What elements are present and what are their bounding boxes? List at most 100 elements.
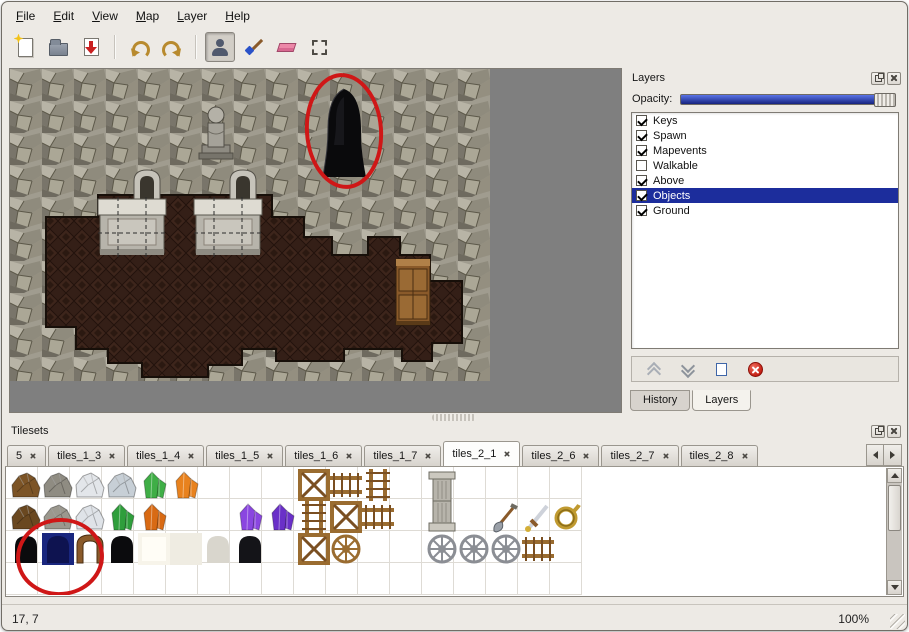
- map-canvas[interactable]: [10, 69, 621, 412]
- open-icon: [49, 43, 68, 56]
- new-file-button[interactable]: [10, 32, 40, 62]
- save-icon: [84, 38, 99, 56]
- layer-row-keys[interactable]: Keys: [632, 113, 898, 128]
- undo-button[interactable]: [124, 32, 154, 62]
- menu-edit[interactable]: Edit: [45, 6, 82, 26]
- tab-close-icon[interactable]: [662, 453, 668, 459]
- layer-visible-checkbox[interactable]: [636, 160, 647, 171]
- eraser-tool-button[interactable]: [271, 32, 301, 62]
- scroll-tabs-right-button[interactable]: [884, 444, 902, 466]
- scroll-down-button[interactable]: [887, 580, 902, 595]
- tileset-canvas[interactable]: [5, 467, 904, 597]
- layer-row-objects[interactable]: Objects: [632, 188, 898, 203]
- tileset-tab-tiles_1_6[interactable]: tiles_1_6: [285, 445, 362, 466]
- close-icon: [890, 427, 898, 435]
- layer-duplicate-button[interactable]: [712, 360, 730, 378]
- close-button[interactable]: [887, 425, 901, 438]
- tab-close-icon[interactable]: [346, 453, 352, 459]
- float-button[interactable]: [871, 425, 885, 438]
- zoom-level: 100%: [838, 612, 869, 626]
- scroll-tabs-left-button[interactable]: [866, 444, 884, 466]
- layer-row-above[interactable]: Above: [632, 173, 898, 188]
- map-view[interactable]: [9, 68, 622, 413]
- layers-dock-tabs: HistoryLayers: [630, 390, 904, 411]
- new-icon: [18, 38, 33, 57]
- layer-row-spawn[interactable]: Spawn: [632, 128, 898, 143]
- tileset-tab-tiles_2_7[interactable]: tiles_2_7: [601, 445, 678, 466]
- layer-toolbar: [631, 356, 899, 382]
- float-icon: [875, 75, 882, 82]
- tileset-grid[interactable]: [6, 467, 870, 595]
- tab-close-icon[interactable]: [741, 453, 747, 459]
- tileset-tab-5[interactable]: 5: [7, 445, 46, 466]
- menu-view[interactable]: View: [84, 6, 126, 26]
- tileset-tab-tiles_2_8[interactable]: tiles_2_8: [681, 445, 758, 466]
- tilesets-panel-titlebar: Tilesets: [5, 422, 904, 440]
- layer-row-mapevents[interactable]: Mapevents: [632, 143, 898, 158]
- close-button[interactable]: [887, 72, 901, 85]
- paint-tool-button[interactable]: [238, 32, 268, 62]
- toolbar: [2, 28, 907, 66]
- move-up-icon: [647, 363, 659, 376]
- tileset-tab-label: tiles_2_1: [452, 448, 496, 460]
- tilesets-panel: Tilesets 5tiles_1_3 tiles_1_4 tiles_1_5 til…: [5, 422, 904, 602]
- layer-move-up-button[interactable]: [644, 360, 662, 378]
- menu-help[interactable]: Help: [217, 6, 258, 26]
- tab-close-icon[interactable]: [30, 453, 36, 459]
- close-icon: [890, 74, 898, 82]
- layer-visible-checkbox[interactable]: [636, 205, 647, 216]
- tab-close-icon[interactable]: [504, 451, 510, 457]
- scrollbar-track[interactable]: [887, 483, 902, 580]
- tab-close-icon[interactable]: [188, 453, 194, 459]
- layers-panel: Layers Opacity: KeysSpawnMapeventsWalkab…: [626, 69, 904, 414]
- tab-close-icon[interactable]: [425, 453, 431, 459]
- layer-move-down-button[interactable]: [678, 360, 696, 378]
- menu-file[interactable]: File: [8, 6, 43, 26]
- opacity-slider[interactable]: [680, 94, 896, 105]
- tileset-tab-tiles_1_3[interactable]: tiles_1_3: [48, 445, 125, 466]
- layer-visible-checkbox[interactable]: [636, 190, 647, 201]
- open-map-button[interactable]: [43, 32, 73, 62]
- stamp-tool-button[interactable]: [205, 32, 235, 62]
- float-button[interactable]: [871, 72, 885, 85]
- layer-visible-checkbox[interactable]: [636, 175, 647, 186]
- delete-icon: [748, 362, 763, 377]
- cursor-coordinates: 17, 7: [12, 612, 39, 626]
- tileset-tab-label: tiles_1_6: [294, 450, 338, 462]
- tileset-tab-tiles_1_5[interactable]: tiles_1_5: [206, 445, 283, 466]
- tileset-tab-tiles_2_1[interactable]: tiles_2_1: [443, 441, 520, 466]
- splitter-handle[interactable]: [432, 414, 476, 421]
- tab-history[interactable]: History: [630, 390, 690, 411]
- layer-visible-checkbox[interactable]: [636, 115, 647, 126]
- tileset-tab-tiles_1_7[interactable]: tiles_1_7: [364, 445, 441, 466]
- opacity-slider-handle[interactable]: [874, 93, 896, 107]
- tileset-scrollbar[interactable]: [886, 468, 902, 595]
- scrollbar-thumb[interactable]: [888, 485, 901, 531]
- tileset-tab-tiles_1_4[interactable]: tiles_1_4: [127, 445, 204, 466]
- redo-button[interactable]: [157, 32, 187, 62]
- resize-grip[interactable]: [890, 614, 905, 629]
- selection-tool-button[interactable]: [304, 32, 334, 62]
- menu-layer[interactable]: Layer: [169, 6, 215, 26]
- layer-row-ground[interactable]: Ground: [632, 203, 898, 218]
- tab-close-icon[interactable]: [583, 453, 589, 459]
- tab-layers[interactable]: Layers: [692, 390, 751, 411]
- scroll-up-button[interactable]: [887, 468, 902, 483]
- layer-row-walkable[interactable]: Walkable: [632, 158, 898, 173]
- tileset-tab-label: tiles_2_7: [610, 450, 654, 462]
- layer-visible-checkbox[interactable]: [636, 145, 647, 156]
- tileset-tab-label: tiles_1_4: [136, 450, 180, 462]
- menu-map[interactable]: Map: [128, 6, 167, 26]
- duplicate-icon: [716, 363, 727, 376]
- arrow-down-icon: [891, 585, 899, 590]
- eraser-icon: [276, 43, 296, 52]
- layer-delete-button[interactable]: [746, 360, 764, 378]
- tab-close-icon[interactable]: [109, 453, 115, 459]
- tab-close-icon[interactable]: [267, 453, 273, 459]
- redo-icon: [165, 41, 180, 54]
- layer-visible-checkbox[interactable]: [636, 130, 647, 141]
- tileset-tabs: 5tiles_1_3 tiles_1_4 tiles_1_5 tiles_1_6 til…: [7, 441, 862, 466]
- layer-label: Keys: [653, 115, 677, 127]
- save-map-button[interactable]: [76, 32, 106, 62]
- tileset-tab-tiles_2_6[interactable]: tiles_2_6: [522, 445, 599, 466]
